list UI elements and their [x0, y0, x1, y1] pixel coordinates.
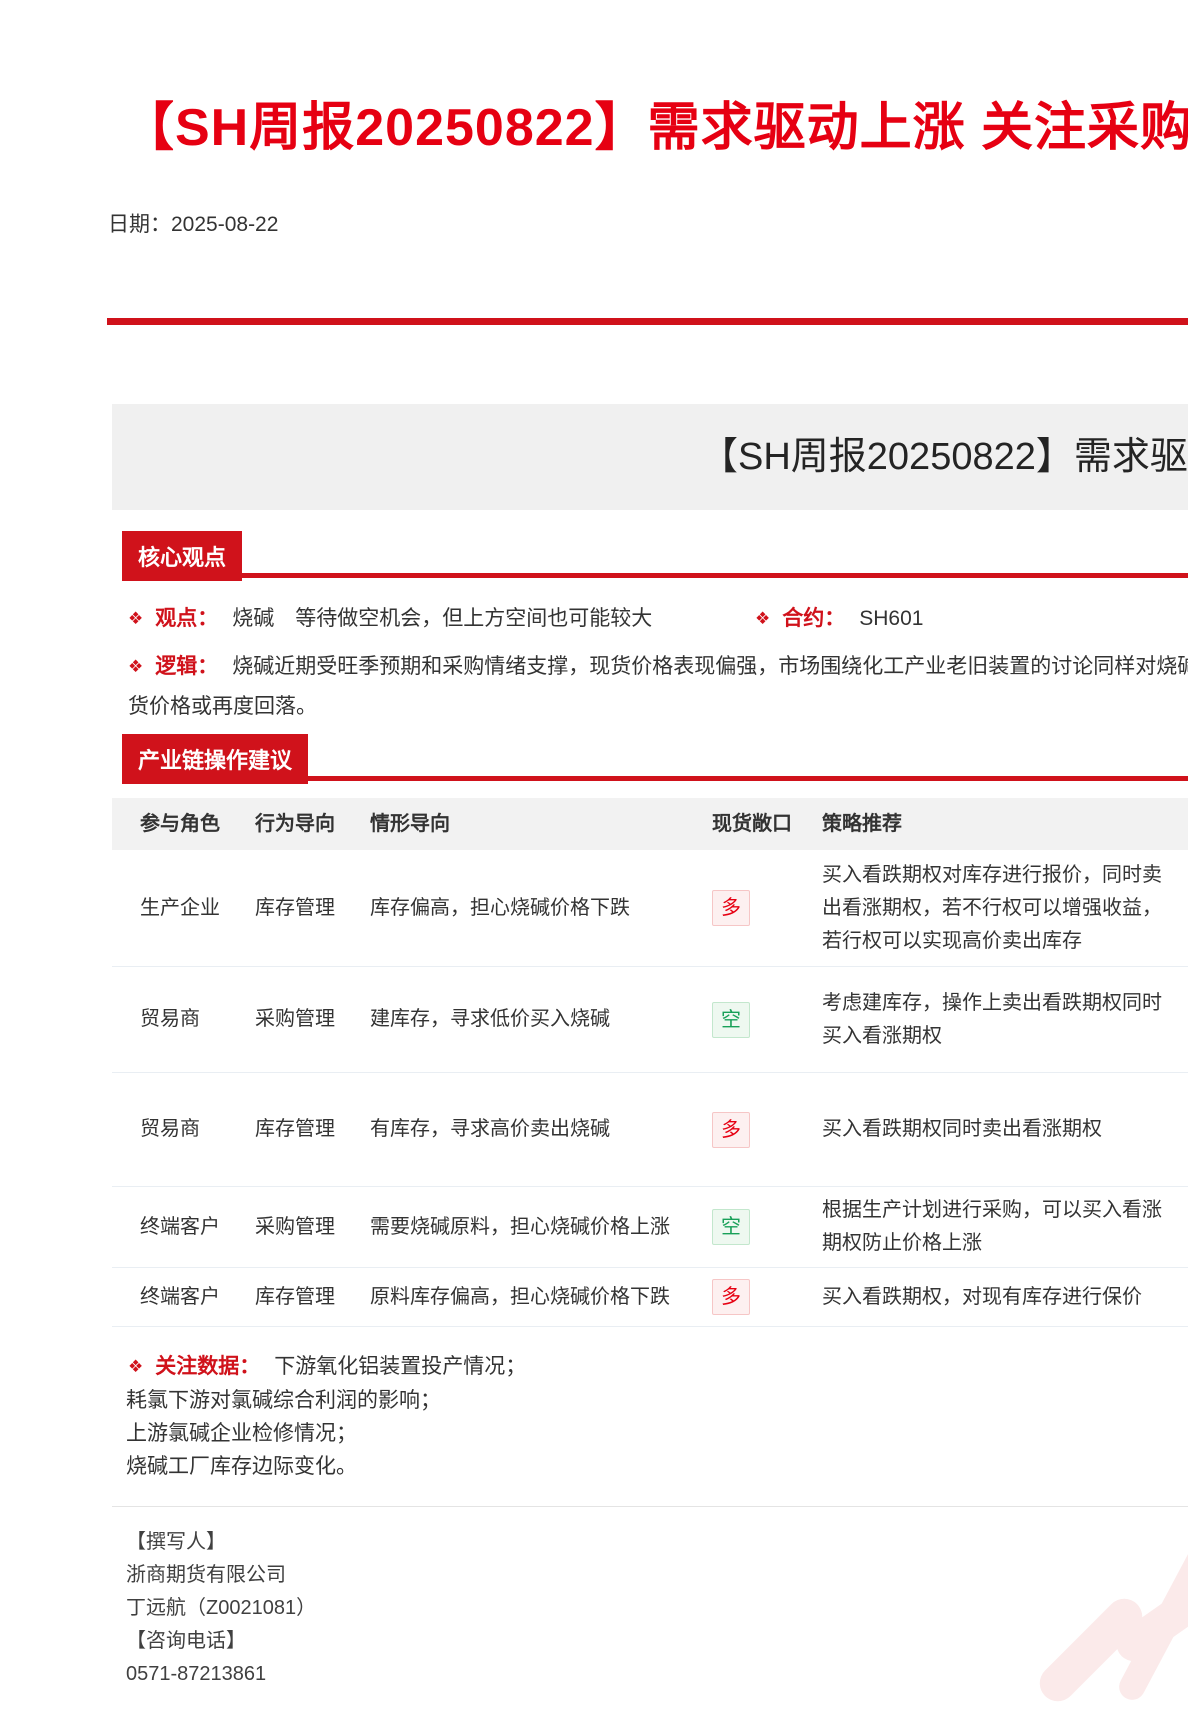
exposure-badge: 多	[712, 1279, 750, 1315]
cell-situation: 需要烧碱原料，担心烧碱价格上涨	[370, 1215, 670, 1238]
section-header-core-label: 核心观点	[138, 545, 227, 570]
data-watch-row: ❖ 关注数据： 下游氧化铝装置投产情况；	[128, 1350, 526, 1380]
data-watch-first: 下游氧化铝装置投产情况；	[274, 1355, 527, 1378]
footer-block: 【撰写人】 浙商期货有限公司 丁远航（Z0021081） 【咨询电话】 0571…	[126, 1526, 316, 1691]
exposure-badge: 空	[712, 1001, 750, 1038]
cell-behavior: 库存管理	[255, 896, 335, 919]
col-header-role: 参与角色	[140, 812, 220, 835]
diamond-bullet-icon: ❖	[128, 657, 144, 676]
report-date: 日期：2025-08-22	[108, 208, 278, 238]
diamond-bullet-icon: ❖	[128, 1357, 144, 1376]
date-label: 日期：	[108, 213, 171, 236]
table-row: 终端客户 库存管理 原料库存偏高，担心烧碱价格下跌 多 买入看跌期权，对现有库存…	[112, 1268, 1188, 1327]
data-watch-lines: 耗氯下游对氯碱综合利润的影响； 上游氯碱企业检修情况； 烧碱工厂库存边际变化。	[126, 1389, 441, 1478]
advice-table: 参与角色 行为导向 情形导向 现货敞口 策略推荐 生产企业 库存管理 库存偏高，…	[112, 798, 1188, 1327]
diamond-bullet-icon: ❖	[755, 609, 771, 628]
exposure-badge: 多	[712, 890, 750, 926]
cell-situation: 建库存，寻求低价买入烧碱	[370, 1008, 610, 1030]
cell-role: 生产企业	[140, 896, 220, 919]
cell-situation: 库存偏高，担心烧碱价格下跌	[370, 896, 630, 919]
table-header-row: 参与角色 行为导向 情形导向 现货敞口 策略推荐	[112, 798, 1188, 850]
cell-role: 终端客户	[140, 1215, 220, 1238]
cell-behavior: 采购管理	[255, 1008, 335, 1030]
diamond-bullet-icon: ❖	[128, 609, 144, 628]
footer-line-author-header: 【撰写人】	[126, 1531, 226, 1553]
banner-title: 【SH周报20250822】需求驱动上涨	[700, 436, 1188, 478]
table-row: 生产企业 库存管理 库存偏高，担心烧碱价格下跌 多 买入看跌期权对库存进行报价，…	[112, 850, 1188, 967]
col-header-behavior: 行为导向	[255, 812, 335, 835]
section-underline-core	[122, 573, 1188, 578]
cell-strategy: 买入看跌期权，对现有库存进行保价	[822, 1285, 1142, 1308]
page-title: 【SH周报20250822】需求驱动上涨 关注采购情	[122, 99, 1188, 157]
cell-situation: 有库存，寻求高价卖出烧碱	[370, 1118, 610, 1140]
cell-role: 终端客户	[140, 1285, 220, 1308]
table-row: 终端客户 采购管理 需要烧碱原料，担心烧碱价格上涨 空 根据生产计划进行采购，可…	[112, 1187, 1188, 1268]
footer-line-company: 浙商期货有限公司	[126, 1564, 286, 1586]
footer-line-analyst: 丁远航（Z0021081）	[126, 1597, 317, 1619]
contract-row: ❖ 合约： SH601	[755, 602, 923, 632]
section-header-advice-label: 产业链操作建议	[138, 748, 293, 773]
cell-role: 贸易商	[140, 1118, 200, 1140]
contract-label: 合约：	[782, 607, 846, 630]
viewpoint-row: ❖ 观点： 烧碱 等待做空机会，但上方空间也可能较大	[128, 602, 652, 632]
logic-row: ❖ 逻辑： 烧碱近期受旺季预期和采购情绪支撑，现货价格表现偏强，市场围绕化工产业老旧…	[128, 648, 1188, 728]
viewpoint-label: 观点：	[155, 607, 219, 630]
brand-watermark	[1010, 1400, 1188, 1709]
cell-behavior: 库存管理	[255, 1118, 335, 1140]
cell-behavior: 采购管理	[255, 1215, 335, 1238]
cell-behavior: 库存管理	[255, 1285, 335, 1308]
logic-text: 烧碱近期受旺季预期和采购情绪支撑，现货价格表现偏强，市场围绕化工产业老旧装置的讨…	[128, 655, 1188, 718]
banner: 【SH周报20250822】需求驱动上涨	[112, 404, 1188, 510]
col-header-situation: 情形导向	[370, 812, 450, 835]
footer-line-phone-header: 【咨询电话】	[126, 1630, 246, 1652]
viewpoint-value: 烧碱 等待做空机会，但上方空间也可能较大	[232, 607, 653, 630]
date-value: 2025-08-22	[171, 213, 279, 236]
red-divider	[107, 318, 1188, 325]
table-row: 贸易商 采购管理 建库存，寻求低价买入烧碱 空 考虑建库存，操作上卖出看跌期权同…	[112, 967, 1188, 1073]
report-page: 【SH周报20250822】需求驱动上涨 关注采购情 日期：2025-08-22…	[0, 0, 1188, 1709]
footer-line-phone: 0571-87213861	[126, 1663, 267, 1685]
section-underline-advice	[122, 776, 1188, 781]
cell-role: 贸易商	[140, 1008, 200, 1030]
contract-value: SH601	[859, 607, 924, 630]
exposure-badge: 多	[712, 1111, 750, 1148]
exposure-badge: 空	[712, 1209, 750, 1245]
logic-label: 逻辑：	[155, 655, 219, 678]
cell-strategy: 买入看跌期权同时卖出看涨期权	[822, 1118, 1102, 1140]
cell-strategy: 根据生产计划进行采购，可以买入看涨 期权防止价格上涨	[822, 1199, 1162, 1254]
col-header-strategy: 策略推荐	[822, 812, 902, 835]
cell-strategy: 买入看跌期权对库存进行报价，同时卖 出看涨期权，若不行权可以增强收益， 若行权可…	[822, 863, 1162, 952]
table-row: 贸易商 库存管理 有库存，寻求高价卖出烧碱 多 买入看跌期权同时卖出看涨期权	[112, 1073, 1188, 1187]
cell-strategy: 考虑建库存，操作上卖出看跌期权同时 买入看涨期权	[822, 991, 1162, 1047]
data-watch-label: 关注数据：	[155, 1355, 261, 1378]
col-header-exposure: 现货敞口	[712, 812, 792, 835]
cell-situation: 原料库存偏高，担心烧碱价格下跌	[370, 1285, 670, 1308]
